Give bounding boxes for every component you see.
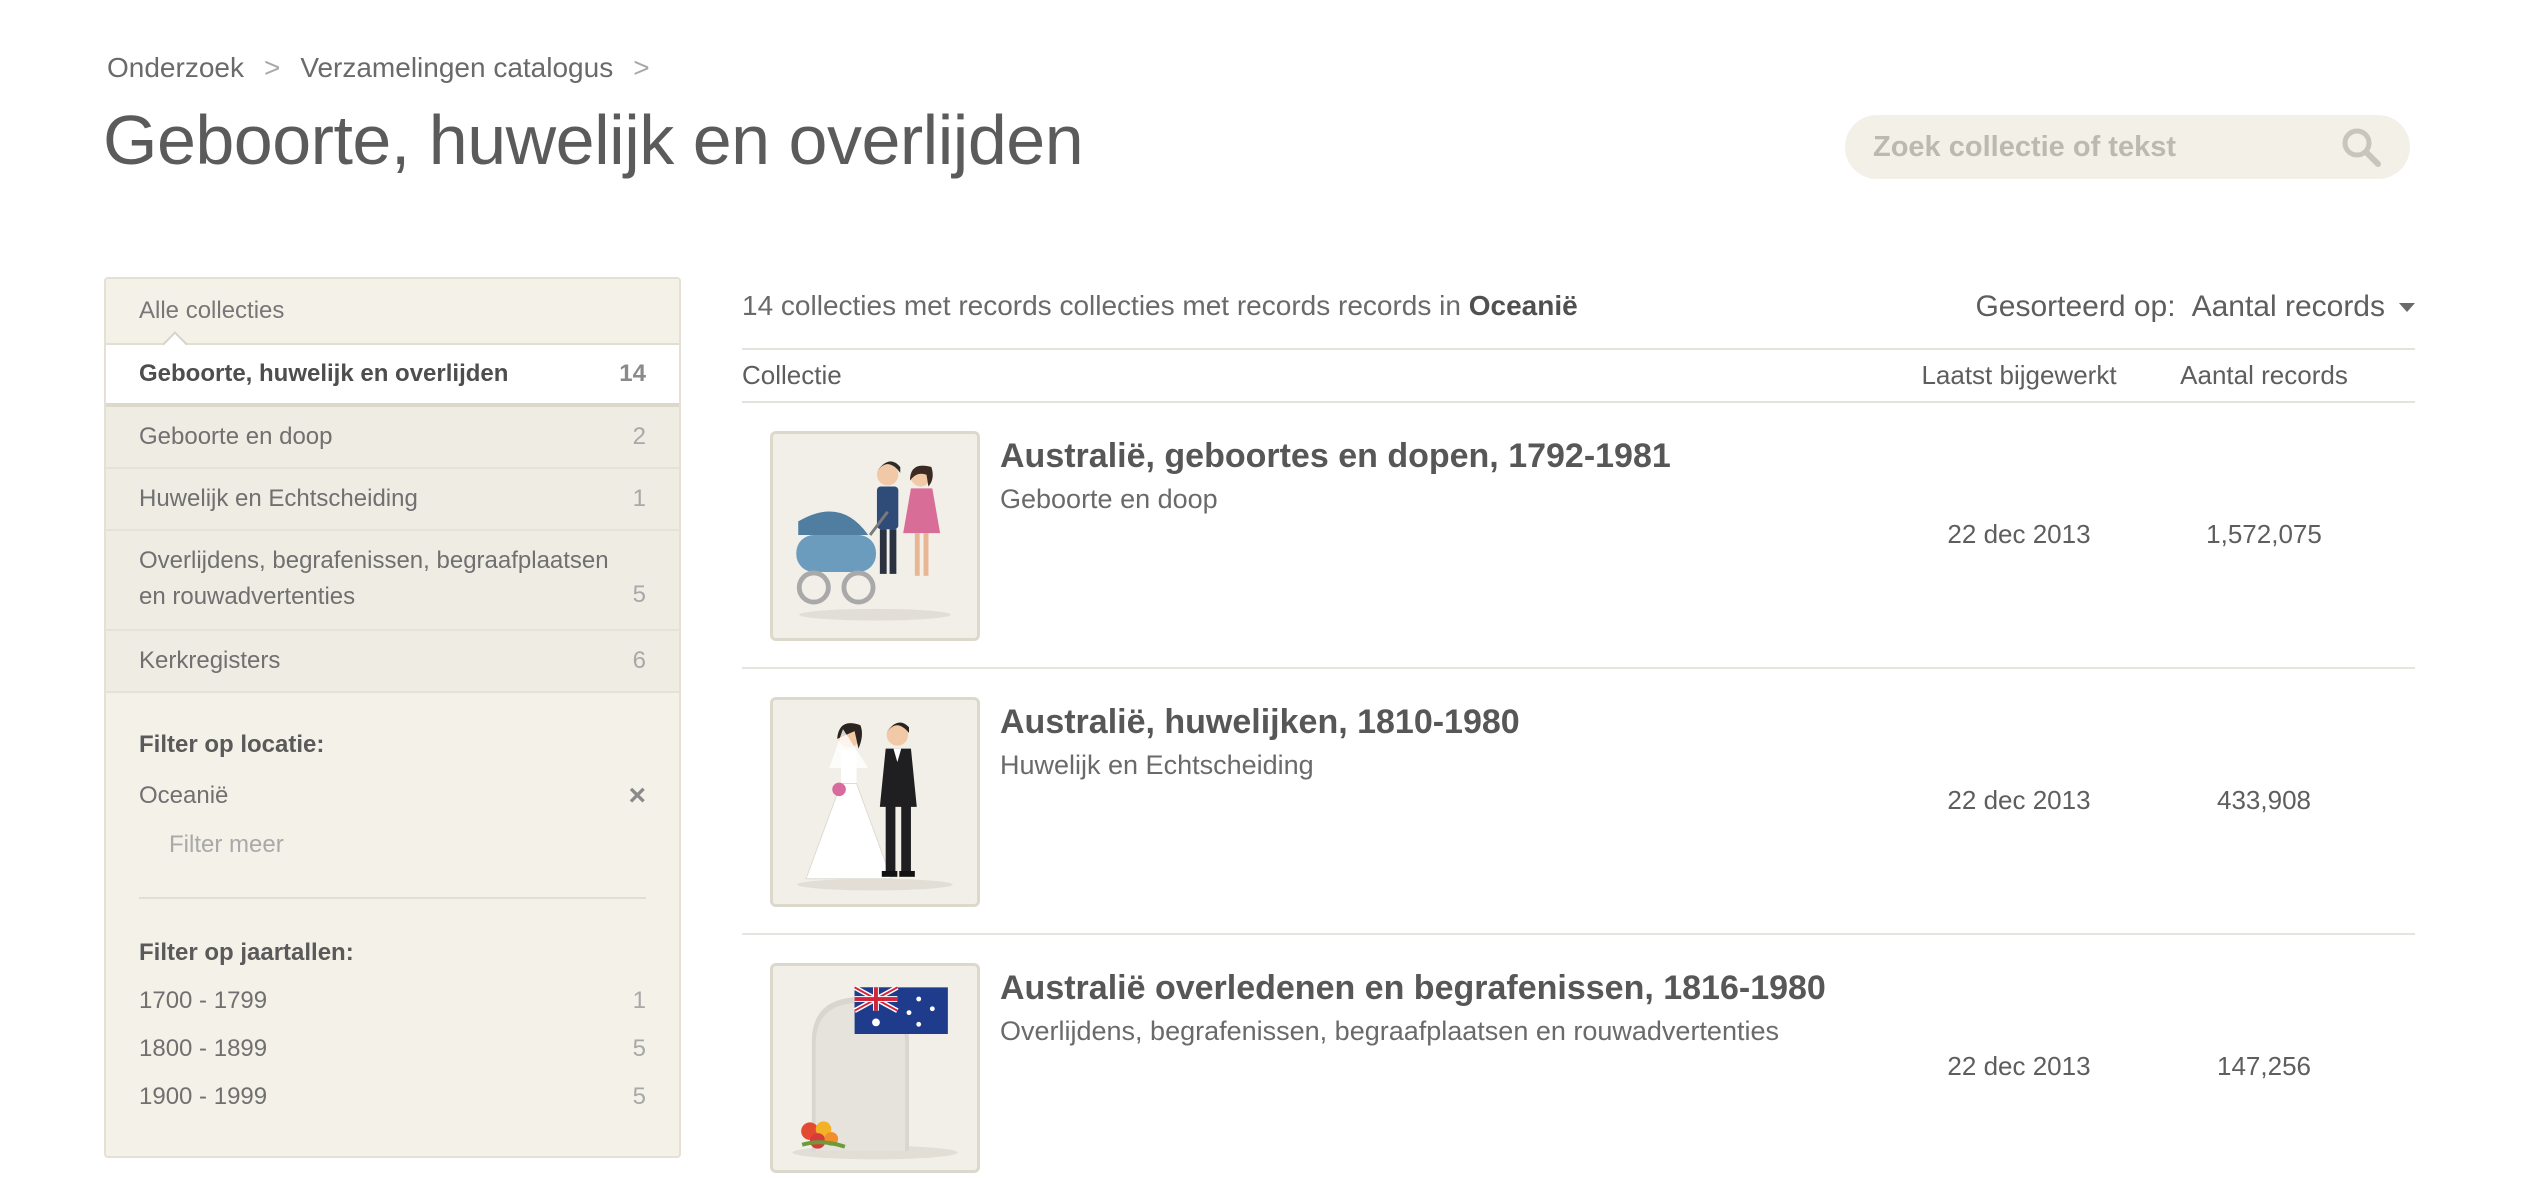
- collection-category: Overlijdens, begrafenissen, begraafplaat…: [1000, 1016, 1779, 1046]
- collection-title-link[interactable]: Australië overledenen en begrafenissen, …: [1000, 969, 1826, 1008]
- sidebar-item-label-line: en rouwadvertenties: [139, 583, 356, 610]
- column-header-collection[interactable]: Collectie: [742, 360, 842, 391]
- location-filter-selected: Oceanië ×: [139, 781, 646, 811]
- year-filter-range[interactable]: 1700 - 1799 1: [139, 987, 646, 1015]
- chevron-down-icon[interactable]: [2399, 302, 2415, 312]
- collection-title-link[interactable]: Australië, geboortes en dopen, 1792-1981: [1000, 437, 1671, 476]
- parents-with-pram-icon[interactable]: [770, 431, 980, 641]
- results-summary: 14 collecties met records collecties met…: [742, 290, 1578, 322]
- page-title: Geboorte, huwelijk en overlijden: [103, 101, 1084, 179]
- sidebar-item-active-category[interactable]: Geboorte, huwelijk en overlijden 14: [106, 343, 679, 407]
- year-filter-count: 5: [632, 1035, 646, 1062]
- sidebar-item-count: 5: [632, 581, 646, 608]
- sidebar-item-overlijdens[interactable]: Overlijdens, begrafenissen, begraafplaat…: [106, 531, 679, 631]
- collection-title-link[interactable]: Australië, huwelijken, 1810-1980: [1000, 703, 1520, 742]
- sidebar-item-count: 2: [632, 423, 646, 450]
- results-summary-text: 14 collecties met records collecties met…: [742, 290, 1469, 321]
- table-row: Australië, huwelijken, 1810-1980 Huwelij…: [742, 669, 2415, 935]
- wedding-couple-icon[interactable]: [770, 697, 980, 907]
- year-filter-count: 1: [632, 987, 646, 1014]
- breadcrumb-item-onderzoek[interactable]: Onderzoek: [107, 52, 244, 84]
- collection-updated: 22 dec 2013: [1947, 785, 2091, 815]
- search-box: [1845, 115, 2410, 179]
- year-filter-label: 1700 - 1799: [139, 987, 268, 1014]
- location-filter: Filter op locatie: Oceanië × Filter meer: [106, 693, 679, 899]
- sidebar-subcategories: Geboorte en doop 2 Huwelijk en Echtschei…: [106, 407, 679, 693]
- sidebar-item-label-line: Overlijdens, begrafenissen, begraafplaat…: [139, 547, 609, 574]
- collection-records: 433,908: [2217, 785, 2311, 815]
- sidebar-item-geboorte-doop[interactable]: Geboorte en doop 2: [106, 407, 679, 469]
- column-header-updated[interactable]: Laatst bijgewerkt: [1909, 360, 2129, 391]
- collections-table: Collectie Laatst bijgewerkt Aantal recor…: [742, 348, 2415, 1178]
- sidebar-item-count: 1: [632, 485, 646, 512]
- breadcrumb-separator: >: [633, 52, 650, 83]
- sidebar-item-label: Overlijdens, begrafenissen, begraafplaat…: [139, 543, 609, 615]
- results-summary-location: Oceanië: [1468, 290, 1578, 321]
- gravestone-with-australian-flag-icon[interactable]: [770, 963, 980, 1173]
- close-icon[interactable]: ×: [628, 781, 646, 811]
- sort-control: Gesorteerd op: Aantal records: [1975, 290, 2415, 324]
- year-filter-label: 1800 - 1899: [139, 1035, 268, 1062]
- sidebar-item-label: Alle collecties: [139, 297, 285, 324]
- table-row: Australië overledenen en begrafenissen, …: [742, 935, 2415, 1178]
- collection-category: Geboorte en doop: [1000, 484, 1218, 514]
- sort-label: Gesorteerd op:: [1975, 290, 2176, 323]
- search-input[interactable]: [1873, 130, 2330, 164]
- year-filter: Filter op jaartallen: 1700 - 1799 1 1800…: [106, 899, 679, 1111]
- collection-updated: 22 dec 2013: [1947, 1051, 2091, 1081]
- sidebar-item-count: 6: [632, 647, 646, 674]
- year-filter-range[interactable]: 1900 - 1999 5: [139, 1083, 646, 1111]
- filter-more-link[interactable]: Filter meer: [139, 831, 646, 859]
- breadcrumb: Onderzoek > Verzamelingen catalogus >: [107, 52, 670, 84]
- year-filter-heading: Filter op jaartallen:: [139, 939, 354, 966]
- year-filter-count: 5: [632, 1083, 646, 1110]
- breadcrumb-separator: >: [263, 52, 281, 83]
- table-header: Collectie Laatst bijgewerkt Aantal recor…: [742, 348, 2415, 403]
- sort-dropdown[interactable]: Aantal records: [2192, 290, 2385, 324]
- sidebar-item-kerkregisters[interactable]: Kerkregisters 6: [106, 631, 679, 693]
- location-filter-value: Oceanië: [139, 782, 229, 809]
- collection-records: 147,256: [2217, 1051, 2311, 1081]
- year-filter-label: 1900 - 1999: [139, 1083, 268, 1110]
- sidebar-item-all-collections[interactable]: Alle collecties: [106, 279, 679, 357]
- sidebar-item-label: Geboorte, huwelijk en overlijden: [139, 360, 509, 387]
- sidebar-item-count: 14: [619, 360, 646, 387]
- sidebar-item-huwelijk[interactable]: Huwelijk en Echtscheiding 1: [106, 469, 679, 531]
- collection-updated: 22 dec 2013: [1947, 519, 2091, 549]
- search-icon[interactable]: [2340, 126, 2382, 168]
- breadcrumb-item-catalogus[interactable]: Verzamelingen catalogus: [300, 52, 613, 84]
- sidebar-item-label: Huwelijk en Echtscheiding: [139, 485, 418, 512]
- table-row: Australië, geboortes en dopen, 1792-1981…: [742, 403, 2415, 669]
- sidebar: Alle collecties Geboorte, huwelijk en ov…: [104, 277, 681, 1158]
- collection-category: Huwelijk en Echtscheiding: [1000, 750, 1314, 780]
- sidebar-item-label: Kerkregisters: [139, 647, 281, 674]
- column-header-records[interactable]: Aantal records: [2154, 360, 2374, 391]
- year-filter-range[interactable]: 1800 - 1899 5: [139, 1035, 646, 1063]
- sidebar-item-label: Geboorte en doop: [139, 423, 333, 450]
- location-filter-heading: Filter op locatie:: [139, 731, 325, 758]
- collection-records: 1,572,075: [2206, 519, 2322, 549]
